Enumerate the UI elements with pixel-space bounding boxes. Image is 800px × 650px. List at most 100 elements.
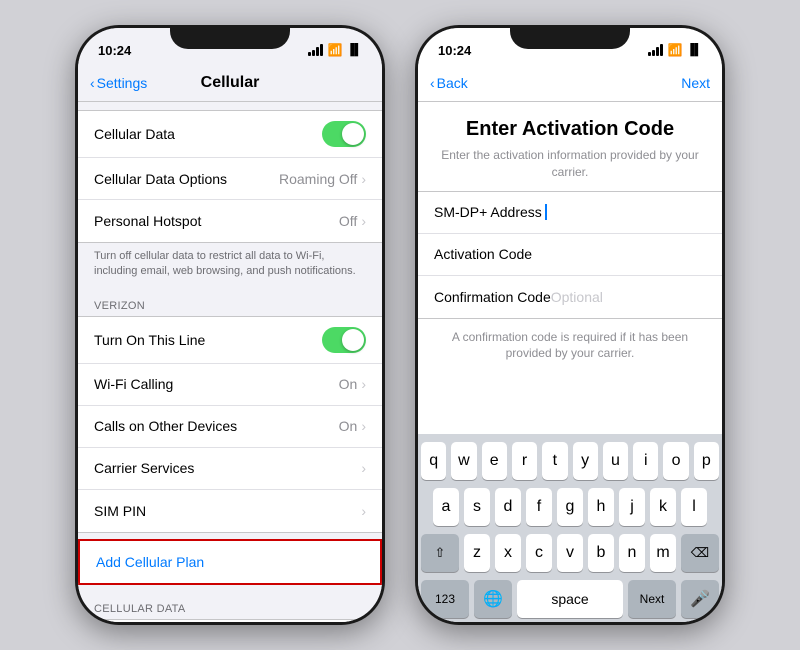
confirmation-code-label: Confirmation Code — [434, 289, 551, 305]
cellular-data-item[interactable]: Cellular Data — [78, 111, 382, 158]
key-q[interactable]: q — [421, 442, 446, 480]
numbers-key[interactable]: 123 — [421, 580, 469, 618]
key-i[interactable]: i — [633, 442, 658, 480]
turn-on-line-item[interactable]: Turn On This Line — [78, 317, 382, 364]
key-n[interactable]: n — [619, 534, 645, 572]
key-w[interactable]: w — [451, 442, 476, 480]
cellular-data-section-header: CELLULAR DATA — [78, 591, 382, 619]
back-label-right: Back — [437, 75, 468, 91]
calls-other-devices-label: Calls on Other Devices — [94, 418, 339, 434]
notch — [170, 25, 290, 49]
nav-bar-left: ‹ Settings Cellular — [78, 64, 382, 102]
verizon-section-header: VERIZON — [78, 288, 382, 316]
key-b[interactable]: b — [588, 534, 614, 572]
nav-title-left: Cellular — [201, 74, 260, 92]
key-v[interactable]: v — [557, 534, 583, 572]
wifi-calling-value: On — [339, 376, 358, 392]
key-u[interactable]: u — [603, 442, 628, 480]
personal-hotspot-item[interactable]: Personal Hotspot Off › — [78, 200, 382, 242]
key-d[interactable]: d — [495, 488, 521, 526]
key-r[interactable]: r — [512, 442, 537, 480]
screen-content-right: Enter Activation Code Enter the activati… — [418, 102, 722, 434]
activation-code-row[interactable]: Activation Code — [418, 234, 722, 276]
sim-pin-label: SIM PIN — [94, 503, 361, 519]
chevron-icon-6: › — [361, 503, 366, 519]
shift-key[interactable]: ⇧ — [421, 534, 459, 572]
first-settings-group: Cellular Data Cellular Data Options Roam… — [78, 110, 382, 243]
wifi-icon: 📶 — [327, 43, 342, 57]
next-label: Next — [681, 75, 710, 91]
key-x[interactable]: x — [495, 534, 521, 572]
cellular-data-options-item[interactable]: Cellular Data Options Roaming Off › — [78, 158, 382, 200]
activation-title: Enter Activation Code — [438, 118, 702, 141]
right-phone: 10:24 📶 ▐▌ ‹ Back Next — [415, 25, 725, 625]
add-cellular-plan-group: Add Cellular Plan — [78, 539, 382, 585]
cellular-data-group: Current Period 48.0 GB Current Period Ro… — [78, 619, 382, 622]
activation-code-label: Activation Code — [434, 246, 544, 262]
key-j[interactable]: j — [619, 488, 645, 526]
wifi-icon-right: 📶 — [667, 43, 682, 57]
delete-key[interactable]: ⌫ — [681, 534, 719, 572]
next-button[interactable]: Next — [681, 75, 710, 91]
key-e[interactable]: e — [482, 442, 507, 480]
keyboard-row-3: ⇧ z x c v b n m ⌫ — [421, 534, 719, 572]
mic-key[interactable]: 🎤 — [681, 580, 719, 618]
add-cellular-plan-item[interactable]: Add Cellular Plan — [80, 541, 380, 583]
sim-pin-item[interactable]: SIM PIN › — [78, 490, 382, 532]
confirmation-code-row[interactable]: Confirmation Code Optional — [418, 276, 722, 318]
key-t[interactable]: t — [542, 442, 567, 480]
carrier-services-item[interactable]: Carrier Services › — [78, 448, 382, 490]
nav-bar-right: ‹ Back Next — [418, 64, 722, 102]
key-m[interactable]: m — [650, 534, 676, 572]
chevron-left-icon-right: ‹ — [430, 75, 435, 91]
key-a[interactable]: a — [433, 488, 459, 526]
cellular-info-text: Turn off cellular data to restrict all d… — [78, 243, 382, 288]
turn-on-line-label: Turn On This Line — [94, 332, 322, 348]
calls-other-devices-item[interactable]: Calls on Other Devices On › — [78, 406, 382, 448]
left-phone: 10:24 📶 ▐▌ ‹ Settings Cellular — [75, 25, 385, 625]
space-key[interactable]: space — [517, 580, 623, 618]
smdp-cursor — [544, 203, 547, 221]
personal-hotspot-label: Personal Hotspot — [94, 213, 339, 229]
back-button-right[interactable]: ‹ Back — [430, 75, 468, 91]
carrier-services-label: Carrier Services — [94, 460, 361, 476]
keyboard-row-1: q w e r t y u i o p — [421, 442, 719, 480]
key-l[interactable]: l — [681, 488, 707, 526]
wifi-calling-item[interactable]: Wi-Fi Calling On › — [78, 364, 382, 406]
key-p[interactable]: p — [694, 442, 719, 480]
verizon-settings-group: Turn On This Line Wi-Fi Calling On › Cal… — [78, 316, 382, 533]
turn-on-line-toggle[interactable] — [322, 327, 366, 353]
chevron-icon-5: › — [361, 460, 366, 476]
confirmation-info-text: A confirmation code is required if it ha… — [434, 329, 706, 363]
chevron-icon-4: › — [361, 418, 366, 434]
cellular-data-label: Cellular Data — [94, 126, 322, 142]
screen-content-left: Cellular Data Cellular Data Options Roam… — [78, 102, 382, 622]
key-z[interactable]: z — [464, 534, 490, 572]
smdp-row[interactable]: SM-DP+ Address — [418, 192, 722, 234]
key-h[interactable]: h — [588, 488, 614, 526]
key-g[interactable]: g — [557, 488, 583, 526]
chevron-left-icon: ‹ — [90, 75, 95, 91]
calls-other-devices-value: On — [339, 418, 358, 434]
status-icons-right: 📶 ▐▌ — [648, 43, 702, 57]
chevron-icon: › — [361, 171, 366, 187]
cellular-data-options-label: Cellular Data Options — [94, 171, 279, 187]
cellular-data-toggle[interactable] — [322, 121, 366, 147]
current-period-item[interactable]: Current Period 48.0 GB — [78, 620, 382, 622]
status-icons-left: 📶 ▐▌ — [308, 43, 362, 57]
smdp-label: SM-DP+ Address — [434, 204, 544, 220]
back-button-left[interactable]: ‹ Settings — [90, 75, 147, 91]
battery-icon: ▐▌ — [346, 44, 362, 56]
signal-icon-right — [648, 44, 663, 56]
key-f[interactable]: f — [526, 488, 552, 526]
key-k[interactable]: k — [650, 488, 676, 526]
key-y[interactable]: y — [573, 442, 598, 480]
time-left: 10:24 — [98, 43, 131, 58]
key-s[interactable]: s — [464, 488, 490, 526]
next-keyboard-key[interactable]: Next — [628, 580, 676, 618]
wifi-calling-label: Wi-Fi Calling — [94, 376, 339, 392]
personal-hotspot-value: Off — [339, 213, 357, 229]
key-o[interactable]: o — [663, 442, 688, 480]
globe-key[interactable]: 🌐 — [474, 580, 512, 618]
key-c[interactable]: c — [526, 534, 552, 572]
